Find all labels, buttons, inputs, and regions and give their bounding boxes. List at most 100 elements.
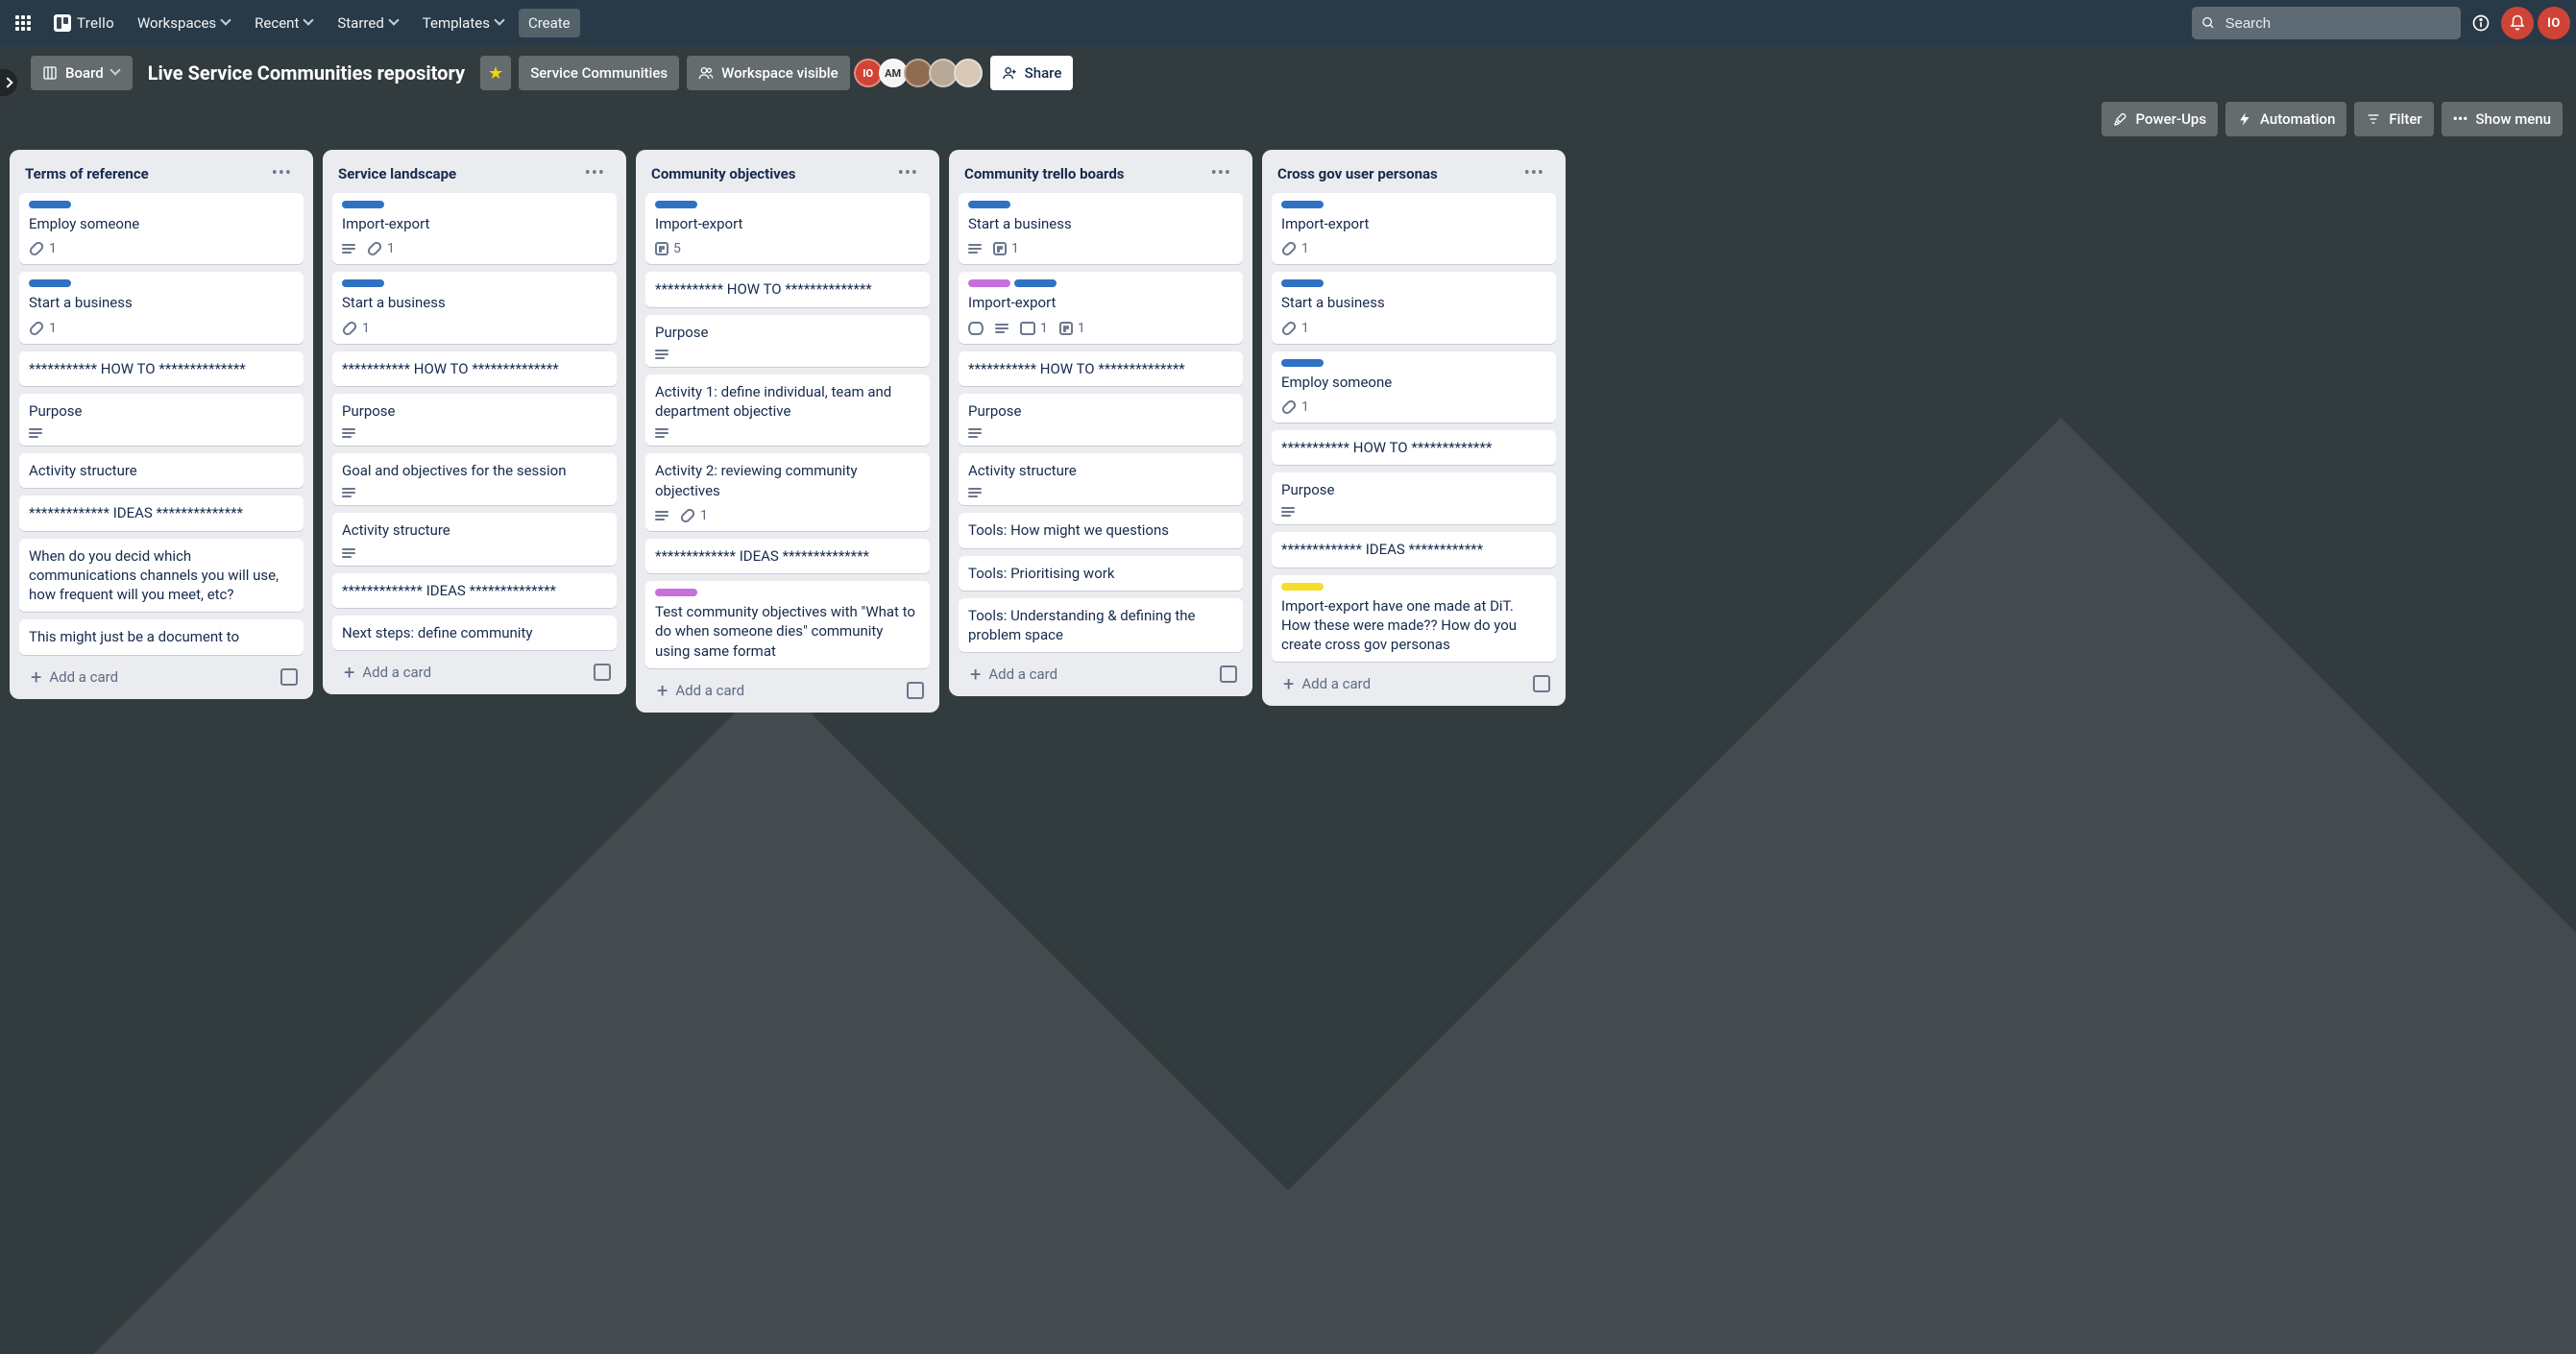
card[interactable]: Purpose xyxy=(1272,472,1556,524)
add-card-button[interactable]: +Add a card xyxy=(964,662,1220,687)
list-title[interactable]: Community trello boards xyxy=(964,165,1125,182)
card[interactable]: *********** HOW TO ************** xyxy=(645,272,930,306)
list-title[interactable]: Service landscape xyxy=(338,165,456,182)
card-label-blue[interactable] xyxy=(655,201,697,208)
star-button[interactable]: ★ xyxy=(480,56,511,90)
card[interactable]: Tools: How might we questions xyxy=(959,513,1243,547)
card[interactable]: *********** HOW TO ************* xyxy=(1272,430,1556,465)
card[interactable]: *********** HOW TO ************** xyxy=(19,351,304,386)
card[interactable]: Start a business1 xyxy=(19,272,304,343)
card[interactable]: Employ someone1 xyxy=(19,193,304,264)
card[interactable]: Activity structure xyxy=(959,453,1243,505)
search-box[interactable] xyxy=(2192,7,2461,39)
card[interactable]: ************* IDEAS ************** xyxy=(19,496,304,530)
logo[interactable]: Trello xyxy=(44,9,124,37)
card[interactable]: Next steps: define community xyxy=(332,616,617,650)
automation-button[interactable]: Automation xyxy=(2225,102,2346,136)
card-title: ************* IDEAS ************** xyxy=(655,546,920,566)
card-label-blue[interactable] xyxy=(1281,359,1324,367)
add-card-button[interactable]: +Add a card xyxy=(1277,671,1533,696)
card-template-button[interactable] xyxy=(1220,665,1237,683)
card[interactable]: Purpose xyxy=(645,315,930,367)
description-icon xyxy=(968,244,982,254)
card[interactable]: Goal and objectives for the session xyxy=(332,453,617,505)
description-icon xyxy=(1281,507,1295,517)
card[interactable]: Purpose xyxy=(959,394,1243,446)
search-input[interactable] xyxy=(2224,14,2451,33)
card[interactable]: Activity 2: reviewing community objectiv… xyxy=(645,453,930,531)
card[interactable]: When do you decid which communications c… xyxy=(19,539,304,613)
add-card-button[interactable]: +Add a card xyxy=(651,678,907,703)
workspace-link[interactable]: Service Communities xyxy=(519,56,679,90)
board-title[interactable]: Live Service Communities repository xyxy=(140,58,473,88)
card-label-purple[interactable] xyxy=(655,589,697,596)
add-card-button[interactable]: +Add a card xyxy=(338,660,594,685)
card-label-blue[interactable] xyxy=(1281,201,1324,208)
card[interactable]: ************* IDEAS ************ xyxy=(1272,532,1556,567)
card[interactable]: Import-export11 xyxy=(959,272,1243,343)
card[interactable]: Employ someone1 xyxy=(1272,351,1556,423)
list-title[interactable]: Community objectives xyxy=(651,165,795,182)
card[interactable]: Start a business1 xyxy=(959,193,1243,264)
card[interactable]: Import-export1 xyxy=(332,193,617,264)
card[interactable]: Purpose xyxy=(332,394,617,446)
create-button[interactable]: Create xyxy=(519,9,580,37)
card[interactable]: *********** HOW TO ************** xyxy=(332,351,617,386)
card[interactable]: Import-export1 xyxy=(1272,193,1556,264)
card[interactable]: Import-export5 xyxy=(645,193,930,264)
card-template-button[interactable] xyxy=(1533,675,1550,692)
show-menu-button[interactable]: ••• Show menu xyxy=(2442,102,2563,136)
card-template-button[interactable] xyxy=(280,668,298,686)
list-menu-button[interactable]: ••• xyxy=(579,161,611,185)
card-label-blue[interactable] xyxy=(342,279,384,287)
card[interactable]: *********** HOW TO ************** xyxy=(959,351,1243,386)
list-menu-button[interactable]: ••• xyxy=(266,161,298,185)
power-ups-button[interactable]: Power-Ups xyxy=(2102,102,2219,136)
member-avatar[interactable] xyxy=(954,59,983,87)
list-menu-button[interactable]: ••• xyxy=(892,161,924,185)
card[interactable]: Activity structure xyxy=(19,453,304,488)
share-button[interactable]: Share xyxy=(990,56,1074,90)
list-menu-button[interactable]: ••• xyxy=(1205,161,1237,185)
card[interactable]: Activity 1: define individual, team and … xyxy=(645,375,930,447)
list-title[interactable]: Terms of reference xyxy=(25,165,149,182)
nav-starred[interactable]: Starred xyxy=(328,9,408,37)
card-label-purple[interactable] xyxy=(968,279,1010,287)
card[interactable]: Test community objectives with "What to … xyxy=(645,581,930,668)
add-card-button[interactable]: +Add a card xyxy=(25,665,280,689)
card-label-yellow[interactable] xyxy=(1281,583,1324,591)
info-button[interactable] xyxy=(2465,7,2497,39)
card[interactable]: ************* IDEAS ************** xyxy=(645,539,930,573)
view-switcher[interactable]: Board xyxy=(31,56,133,90)
nav-workspaces[interactable]: Workspaces xyxy=(128,9,241,37)
card[interactable]: Start a business1 xyxy=(1272,272,1556,343)
board-members[interactable]: IO AM xyxy=(858,59,983,87)
nav-templates[interactable]: Templates xyxy=(413,9,515,37)
board-canvas[interactable]: Terms of reference ••• Employ someone1 Star… xyxy=(0,146,2576,1354)
card-label-blue[interactable] xyxy=(342,201,384,208)
list-title[interactable]: Cross gov user personas xyxy=(1277,165,1438,182)
card-template-button[interactable] xyxy=(594,664,611,681)
card-label-blue[interactable] xyxy=(29,279,71,287)
card-template-button[interactable] xyxy=(907,682,924,699)
nav-recent[interactable]: Recent xyxy=(245,9,324,37)
card[interactable]: Purpose xyxy=(19,394,304,446)
card[interactable]: Tools: Understanding & defining the prob… xyxy=(959,598,1243,653)
card-badge-desc xyxy=(968,428,982,438)
card[interactable]: Activity structure xyxy=(332,513,617,565)
card[interactable]: This might just be a document to xyxy=(19,619,304,654)
card-label-blue[interactable] xyxy=(1014,279,1057,287)
user-avatar[interactable]: IO xyxy=(2538,7,2570,39)
card[interactable]: Import-export have one made at DiT. How … xyxy=(1272,575,1556,663)
card-label-blue[interactable] xyxy=(968,201,1010,208)
card[interactable]: ************* IDEAS ************** xyxy=(332,573,617,608)
list-menu-button[interactable]: ••• xyxy=(1519,161,1550,185)
filter-button[interactable]: Filter xyxy=(2354,102,2433,136)
card-label-blue[interactable] xyxy=(29,201,71,208)
card[interactable]: Tools: Prioritising work xyxy=(959,556,1243,591)
card[interactable]: Start a business1 xyxy=(332,272,617,343)
card-label-blue[interactable] xyxy=(1281,279,1324,287)
visibility-button[interactable]: Workspace visible xyxy=(687,56,850,90)
app-switcher[interactable] xyxy=(6,10,40,36)
notifications-button[interactable] xyxy=(2501,7,2534,39)
